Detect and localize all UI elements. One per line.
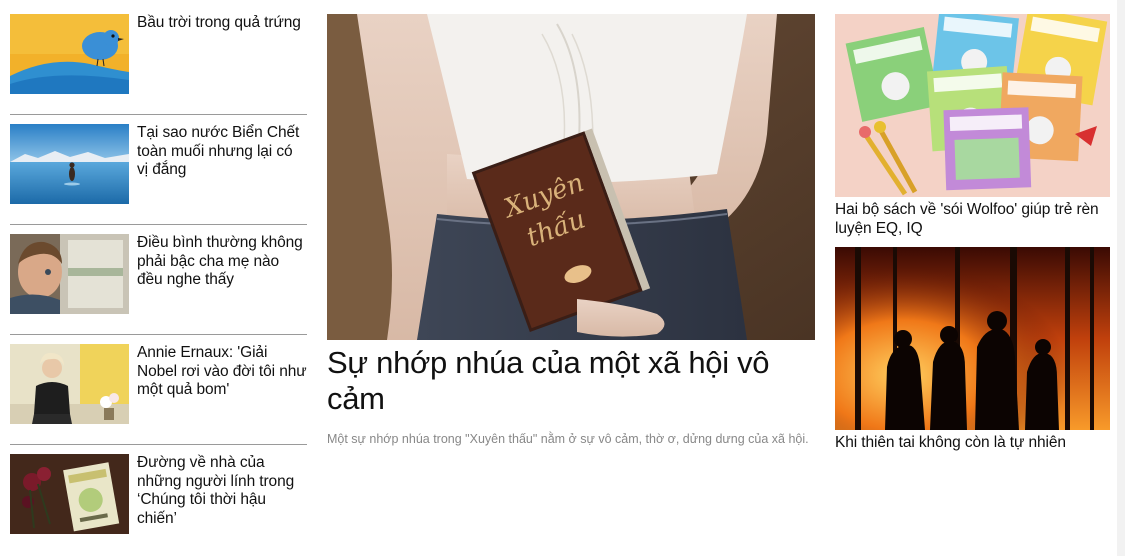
list-item[interactable]: Bầu trời trong quả trứng	[10, 14, 307, 94]
right-article-title[interactable]: Hai bộ sách về 'sói Wolfoo' giúp trẻ rèn…	[835, 201, 1115, 238]
feature-summary: Một sự nhớp nhúa trong "Xuyên thấu" nằm …	[327, 432, 809, 446]
list-item[interactable]: Annie Ernaux: 'Giải Nobel rơi vào đời tô…	[10, 344, 307, 424]
wolfoo-books-photo-image[interactable]	[835, 14, 1110, 197]
divider	[10, 334, 307, 335]
wolfoo-books-photo	[835, 14, 1110, 197]
news-section: Bầu trời trong quả trứng Tại sao nước Bi…	[0, 0, 1117, 556]
divider	[10, 114, 307, 115]
book-with-flowers-photo-thumbnail[interactable]	[10, 454, 129, 534]
wildfire-photo-image[interactable]	[835, 247, 1110, 430]
right-article-title[interactable]: Khi thiên tai không còn là tự nhiên	[835, 434, 1115, 453]
girl-holding-book-photo: Xuyên thấu	[327, 14, 815, 340]
list-item[interactable]: Đường về nhà của những người lính trong …	[10, 454, 307, 534]
page-edge	[1117, 0, 1125, 556]
list-item[interactable]: Tại sao nước Biển Chết toàn muối nhưng l…	[10, 124, 307, 204]
feature-title[interactable]: Sự nhớp nhúa của một xã hội vô cảm	[327, 345, 817, 417]
divider	[10, 444, 307, 445]
list-item-title[interactable]: Tại sao nước Biển Chết toàn muối nhưng l…	[137, 124, 307, 180]
list-item-title[interactable]: Annie Ernaux: 'Giải Nobel rơi vào đời tô…	[137, 344, 307, 400]
wildfire-firefighters-photo	[835, 247, 1110, 430]
child-at-window-photo-thumbnail[interactable]	[10, 234, 129, 314]
list-item-title[interactable]: Bầu trời trong quả trứng	[137, 14, 307, 33]
annie-ernaux-photo-thumbnail[interactable]	[10, 344, 129, 424]
feature-image[interactable]: Xuyên thấu	[327, 14, 815, 340]
dead-sea-photo-thumbnail[interactable]	[10, 124, 129, 204]
blue-bird-illustration-thumbnail[interactable]	[10, 14, 129, 94]
divider	[10, 224, 307, 225]
list-item[interactable]: Điều bình thường không phải bậc cha mẹ n…	[10, 234, 307, 314]
list-item-title[interactable]: Điều bình thường không phải bậc cha mẹ n…	[137, 234, 307, 290]
list-item-title[interactable]: Đường về nhà của những người lính trong …	[137, 454, 307, 528]
